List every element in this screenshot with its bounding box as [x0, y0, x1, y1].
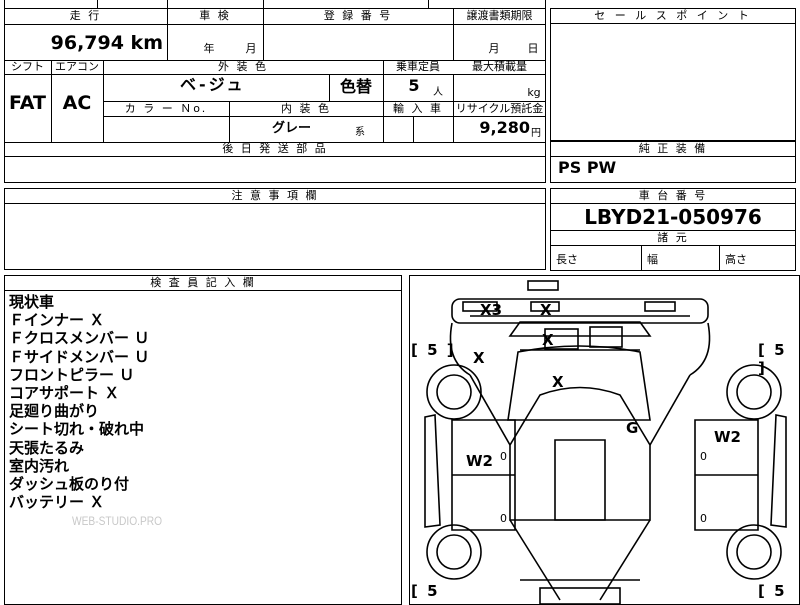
- later-parts-header: 後 日 発 送 部 品: [222, 142, 328, 155]
- capacity-value: 5: [408, 76, 422, 95]
- notice-header: 注 意 事 項 欄: [231, 189, 319, 202]
- car-diagram-drawing: 0 0 0 0: [424, 280, 787, 605]
- note-line: コアサポート Ｘ: [9, 384, 120, 403]
- registration-header: 登 録 番 号: [323, 9, 393, 22]
- note-line: Ｆクロスメンバー Ｕ: [9, 329, 150, 348]
- note-line: Ｆサイドメンバー Ｕ: [9, 347, 150, 366]
- inspector-notes-list: 現状車 Ｆインナー Ｘ Ｆクロスメンバー Ｕ Ｆサイドメンバー Ｕ フロントピラ…: [9, 293, 389, 511]
- note-line: ダッシュ板のり付: [9, 475, 130, 494]
- mileage-value: 96,794 km: [50, 32, 163, 54]
- top-strip-separator: [428, 0, 429, 8]
- inspection-header: 車 検: [199, 9, 231, 22]
- note-line: フロントピラー Ｕ: [9, 365, 135, 384]
- recycle-deposit-header: リサイクル預託金: [455, 102, 544, 115]
- note-line: 足廻り曲がり: [9, 402, 100, 421]
- chassis-number-header: 車 台 番 号: [638, 189, 708, 202]
- import-header: 輸 入 車: [393, 102, 443, 115]
- mark-bonnet-inner: X: [542, 331, 554, 349]
- tire-depth-front-right: [ 5 ]: [758, 341, 787, 377]
- mark-left-door: W2: [466, 452, 493, 470]
- note-line: 室内汚れ: [9, 456, 70, 475]
- note-line: シート切れ・破れ中: [9, 420, 145, 439]
- mileage-header: 走 行: [69, 9, 102, 22]
- recycle-deposit-value: 9,280: [479, 118, 530, 137]
- note-line: 天張たるみ: [9, 438, 85, 457]
- mark-front-bumper: X3: [480, 301, 503, 319]
- sales-point-header: セ ー ル ス ポ イ ン ト: [594, 9, 752, 22]
- mark-roof-front: X: [552, 373, 564, 391]
- chassis-number-value: LBYD21-050976: [584, 205, 762, 229]
- transfer-deadline-header: 譲渡書類期限: [466, 9, 533, 22]
- tire-depth-front-left: [ 5 ]: [411, 341, 456, 359]
- top-strip-separator: [167, 0, 168, 8]
- recycle-deposit-unit: 円: [531, 128, 541, 139]
- watermark: WEB-STUDIO.PRO: [72, 514, 163, 528]
- small-mark-right-front: 0: [700, 450, 707, 463]
- mark-bonnet-top: X: [540, 301, 552, 319]
- capacity-unit: 人: [433, 87, 445, 98]
- note-line: 現状車: [9, 293, 55, 311]
- max-load-header: 最大積載量: [472, 60, 527, 73]
- tire-depth-rear-right: [ 5: [758, 582, 787, 600]
- interior-color-header: 内 装 色: [281, 102, 331, 115]
- height-label: 高さ: [725, 253, 747, 266]
- inspection-year: 年: [203, 42, 217, 55]
- interior-color-value: グレー: [272, 121, 312, 136]
- equipment-header: 純 正 装 備: [638, 142, 708, 155]
- equipment-value: PS PW: [558, 158, 617, 177]
- dimensions-header: 諸 元: [657, 231, 689, 244]
- max-load-unit: kg: [527, 86, 541, 99]
- color-number-header: カ ラ ー Ｎo.: [124, 102, 208, 115]
- width-label: 幅: [647, 253, 658, 266]
- sales-point-box: [550, 8, 796, 141]
- interior-color-suffix: 系: [355, 127, 367, 138]
- top-strip-separator: [263, 0, 264, 8]
- ac-header: エアコン: [55, 60, 99, 73]
- note-line: Ｆインナー Ｘ: [9, 311, 105, 330]
- exterior-color-value: ベ-ジュ: [180, 75, 246, 94]
- transfer-month: 月: [488, 42, 502, 55]
- mark-roof-center: G: [626, 419, 639, 437]
- exterior-color-header: 外 装 色: [218, 60, 268, 73]
- small-mark-left-front: 0: [500, 450, 507, 463]
- transfer-day: 日: [527, 42, 541, 55]
- tire-depth-rear-left: [ 5: [411, 582, 440, 600]
- inspector-notes-header: 検 査 員 記 入 欄: [150, 276, 256, 289]
- mark-left-front-fender: X: [473, 349, 485, 367]
- top-strip-separator: [97, 0, 98, 8]
- shift-value: FAT: [9, 92, 46, 114]
- ac-value: AC: [62, 92, 92, 114]
- length-label: 長さ: [556, 253, 578, 266]
- mark-right-door: W2: [714, 428, 741, 446]
- shift-header: シフト: [11, 60, 44, 73]
- small-mark-left-rear: 0: [500, 512, 507, 525]
- color-change-label: 色替: [339, 77, 372, 96]
- note-line: バッテリー Ｘ: [9, 493, 105, 512]
- capacity-header: 乗車定員: [396, 60, 440, 73]
- small-mark-right-rear: 0: [700, 512, 707, 525]
- inspection-month: 月: [245, 42, 259, 55]
